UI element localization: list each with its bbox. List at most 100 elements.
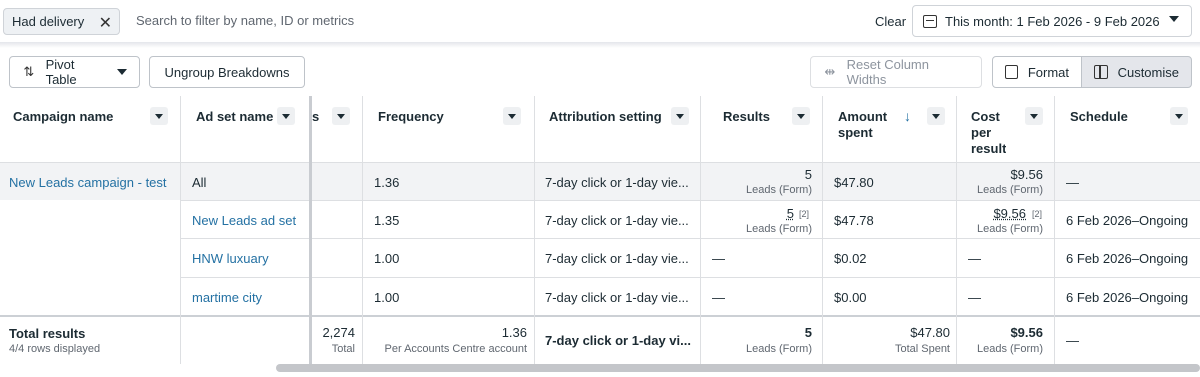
header-amount-spent-2[interactable]: spent xyxy=(838,125,873,141)
amount-spent-value: $47.78 xyxy=(834,213,874,228)
clear-button[interactable]: Clear xyxy=(875,14,906,29)
amount-spent-value: $47.80 xyxy=(834,175,874,190)
column-divider xyxy=(362,96,363,364)
total-cost-sub: Leads (Form) xyxy=(976,343,1043,355)
results-sub: Leads (Form) xyxy=(745,184,812,196)
attribution-value: 7-day click or 1-day vie... xyxy=(545,213,689,228)
total-results-sub: Leads (Form) xyxy=(745,343,812,355)
header-amount-spent-1[interactable]: Amount xyxy=(838,109,887,125)
row-divider xyxy=(181,238,1200,239)
row-divider xyxy=(181,277,1200,278)
chevron-down-icon[interactable] xyxy=(927,107,945,125)
header-campaign-name[interactable]: Campaign name xyxy=(13,109,113,125)
amount-spent-value: $0.00 xyxy=(834,290,867,305)
customise-label: Customise xyxy=(1117,64,1179,80)
date-range-picker[interactable]: This month: 1 Feb 2026 - 9 Feb 2026 xyxy=(912,5,1192,37)
results-sub: Leads (Form) xyxy=(745,223,812,235)
cost-per-result-value: — xyxy=(968,290,981,305)
column-divider xyxy=(700,96,701,364)
pivot-table-button[interactable]: ⇅ Pivot Table xyxy=(9,56,140,88)
pivot-icon: ⇅ xyxy=(23,64,35,79)
total-cost-per-result: $9.56 xyxy=(1010,325,1043,340)
ungroup-breakdowns-button[interactable]: Ungroup Breakdowns xyxy=(149,56,305,88)
format-button[interactable]: Format xyxy=(992,56,1082,88)
chevron-down-icon[interactable] xyxy=(1025,107,1043,125)
cost-per-result-value: $9.56 xyxy=(1010,167,1043,182)
ad-set-name-link[interactable]: HNW luxuary xyxy=(192,251,269,266)
results-table: Campaign name Ad set name s Frequency At… xyxy=(0,96,1200,364)
search-input[interactable]: Search to filter by name, ID or metrics xyxy=(136,13,354,28)
header-ad-set-name[interactable]: Ad set name xyxy=(196,109,273,125)
frequency-value: 1.00 xyxy=(374,251,400,266)
chevron-down-icon[interactable] xyxy=(671,107,689,125)
total-results: 5 xyxy=(804,325,812,340)
chevron-down-icon[interactable] xyxy=(332,107,350,125)
filter-chip-had-delivery[interactable]: Had delivery ✕ xyxy=(3,8,120,35)
frequency-value: 1.35 xyxy=(374,213,400,228)
campaign-name-link[interactable]: New Leads campaign - test xyxy=(9,175,167,190)
schedule-value: — xyxy=(1066,175,1079,190)
total-amount-sub: Total Spent xyxy=(894,343,950,355)
chevron-down-icon xyxy=(1169,16,1179,22)
header-attribution-setting[interactable]: Attribution setting xyxy=(549,109,662,125)
header-schedule[interactable]: Schedule xyxy=(1070,109,1128,125)
horizontal-scrollbar[interactable] xyxy=(276,364,1200,372)
chevron-down-icon[interactable] xyxy=(503,107,521,125)
customise-button[interactable]: Customise xyxy=(1081,56,1192,88)
calendar-icon xyxy=(923,14,937,28)
reset-column-widths-button[interactable]: ⇹ Reset Column Widths xyxy=(810,56,982,88)
results-value[interactable]: 5 xyxy=(712,206,794,221)
table-toolbar: ⇅ Pivot Table Ungroup Breakdowns ⇹ Reset… xyxy=(0,48,1200,96)
column-divider xyxy=(822,96,823,364)
chevron-down-icon xyxy=(117,69,127,75)
ad-set-name-link[interactable]: martime city xyxy=(192,290,262,305)
total-frequency-sub: Per Accounts Centre account xyxy=(384,343,527,355)
cost-per-result-value[interactable]: $9.56 xyxy=(960,206,1026,221)
column-divider xyxy=(180,96,181,364)
sort-descending-icon[interactable]: ↓ xyxy=(904,108,911,124)
header-results[interactable]: Results xyxy=(723,109,770,125)
chevron-down-icon[interactable] xyxy=(792,107,810,125)
total-reach-sub: Total xyxy=(331,343,355,355)
ad-set-name-link[interactable]: New Leads ad set xyxy=(192,213,296,228)
attribution-value: 7-day click or 1-day vie... xyxy=(545,251,689,266)
header-cost-per-result-3[interactable]: result xyxy=(971,141,1006,157)
chevron-down-icon[interactable] xyxy=(150,107,168,125)
header-frequency[interactable]: Frequency xyxy=(378,109,444,125)
close-icon[interactable]: ✕ xyxy=(99,13,112,33)
chevron-down-icon[interactable] xyxy=(277,107,295,125)
header-reach-partial[interactable]: s xyxy=(312,109,319,125)
header-cost-per-result-2[interactable]: per xyxy=(971,125,991,141)
cost-per-result-value: — xyxy=(968,251,981,266)
row-divider xyxy=(181,200,1200,201)
column-resize-icon: ⇹ xyxy=(824,64,836,79)
total-reach: 2,274 xyxy=(322,325,355,340)
total-amount: $47.80 xyxy=(910,325,950,340)
results-value: — xyxy=(712,290,725,305)
filter-chip-label: Had delivery xyxy=(12,14,85,29)
frequency-value: 1.36 xyxy=(374,175,400,190)
header-cost-per-result-1[interactable]: Cost xyxy=(971,109,1000,125)
ad-set-name: All xyxy=(192,175,207,190)
filter-bar: Had delivery ✕ Search to filter by name,… xyxy=(0,0,1200,42)
results-value: 5 xyxy=(804,167,812,182)
amount-spent-value: $0.02 xyxy=(834,251,867,266)
schedule-value: 6 Feb 2026–Ongoing xyxy=(1066,251,1189,266)
schedule-value: 6 Feb 2026–Ongoing xyxy=(1066,213,1189,228)
column-divider xyxy=(1054,96,1055,364)
frozen-column-divider[interactable] xyxy=(309,96,312,364)
cost-footnote: [2] xyxy=(1032,209,1043,219)
cost-per-result-sub: Leads (Form) xyxy=(976,184,1043,196)
cost-per-result-sub: Leads (Form) xyxy=(976,223,1043,235)
frequency-value: 1.00 xyxy=(374,290,400,305)
chevron-down-icon[interactable] xyxy=(1170,107,1188,125)
column-divider xyxy=(534,96,535,364)
results-footnote: [2] xyxy=(799,209,810,219)
total-frequency: 1.36 xyxy=(501,325,527,340)
columns-icon xyxy=(1094,65,1108,79)
pivot-table-label: Pivot Table xyxy=(45,57,77,87)
table-icon xyxy=(1005,65,1018,79)
format-label: Format xyxy=(1027,64,1069,80)
column-divider xyxy=(956,96,957,364)
schedule-value: 6 Feb 2026–Ongoing xyxy=(1066,290,1189,305)
